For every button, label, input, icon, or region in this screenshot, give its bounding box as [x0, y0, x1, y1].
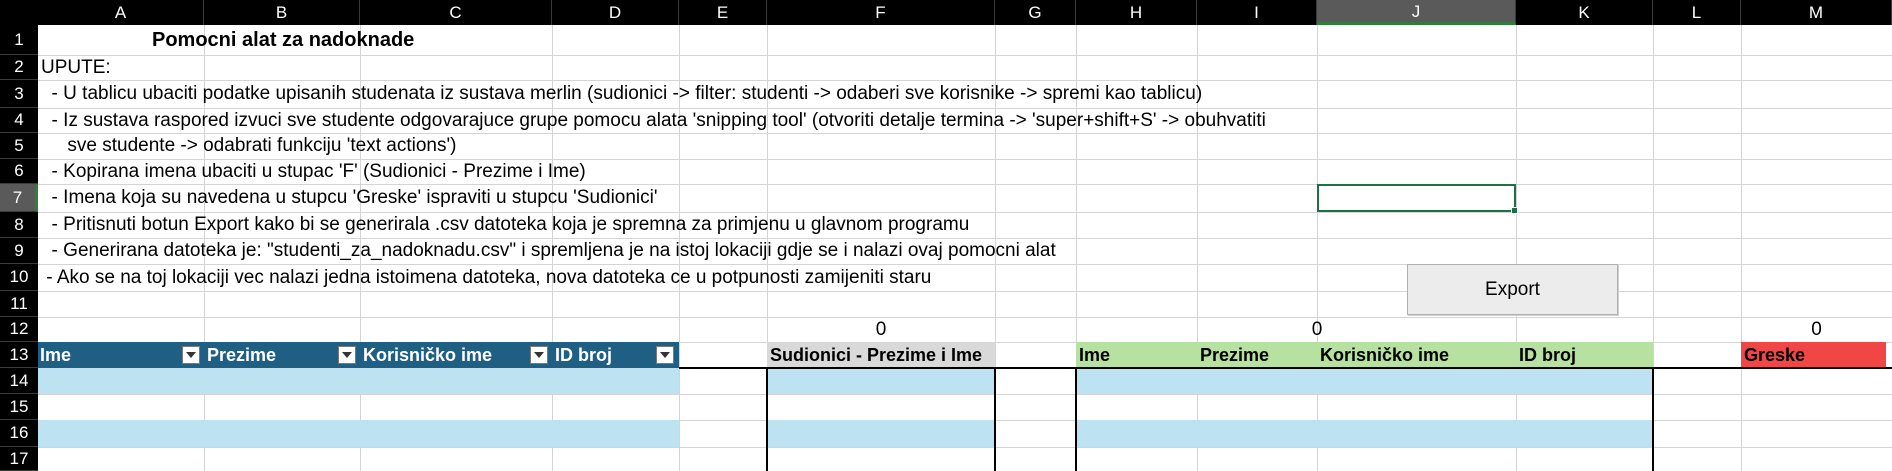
column-header-d[interactable]: D	[552, 0, 679, 25]
students-header-ime: Ime	[40, 344, 72, 365]
matched-count: 0	[1311, 318, 1323, 340]
filter-dropdown-icon[interactable]	[656, 346, 674, 364]
instruction-line: - Imena koja su navedena u stupcu 'Gresk…	[41, 187, 658, 208]
instruction-line: - Kopirana imena ubaciti u stupac 'F' (S…	[41, 160, 586, 182]
row-header-11[interactable]: 11	[0, 291, 38, 317]
participants-band-row-14	[767, 368, 995, 394]
column-header-f[interactable]: F	[767, 0, 995, 25]
row-header-13[interactable]: 13	[0, 342, 38, 368]
errors-header: Greske	[1744, 344, 1806, 365]
row-header-3[interactable]: 3	[0, 80, 38, 108]
column-header-e[interactable]: E	[679, 0, 767, 25]
matched-header-id-broj: ID broj	[1519, 344, 1576, 365]
matched-left-border	[1075, 367, 1077, 471]
column-header-k[interactable]: K	[1516, 0, 1653, 25]
select-all-corner[interactable]	[0, 0, 38, 25]
errors-count: 0	[1811, 318, 1822, 340]
table-bottom-border	[679, 367, 1892, 369]
filter-dropdown-icon[interactable]	[338, 346, 356, 364]
grid-hline	[38, 394, 1892, 395]
filter-dropdown-icon[interactable]	[530, 346, 548, 364]
row-header-15[interactable]: 15	[0, 394, 38, 420]
row-header-14[interactable]: 14	[0, 368, 38, 394]
column-header-b[interactable]: B	[204, 0, 360, 25]
grid-vline	[1741, 25, 1742, 471]
column-header-h[interactable]: H	[1076, 0, 1197, 25]
students-header-korisnicko-ime: Korisničko ime	[363, 344, 493, 365]
matched-header-korisnicko-ime: Korisničko ime	[1320, 344, 1450, 365]
row-header-7[interactable]: 7	[0, 184, 38, 212]
grid-vline	[1317, 25, 1318, 471]
instruction-line: sve studente -> odabrati funkciju 'text …	[41, 135, 457, 156]
row-header-5[interactable]: 5	[0, 133, 38, 159]
column-header-a[interactable]: A	[38, 0, 204, 25]
instruction-line: - Pritisnuti botun Export kako bi se gen…	[41, 214, 970, 235]
participants-band-row-16	[767, 420, 995, 447]
row-header-4[interactable]: 4	[0, 108, 38, 133]
students-table-band-row-16	[38, 420, 679, 447]
row-header-6[interactable]: 6	[0, 159, 38, 184]
instructions-heading: UPUTE:	[41, 56, 111, 78]
export-button[interactable]: Export	[1407, 264, 1618, 315]
filter-dropdown-icon[interactable]	[182, 346, 200, 364]
matched-header-prezime: Prezime	[1200, 344, 1270, 365]
matched-band-row-14	[1076, 368, 1653, 394]
row-header-1[interactable]: 1	[0, 25, 38, 55]
row-header-2[interactable]: 2	[0, 55, 38, 80]
row-header-8[interactable]: 8	[0, 212, 38, 238]
column-header-i[interactable]: I	[1197, 0, 1317, 25]
grid-hline	[38, 55, 1892, 56]
page-title: Pomocni alat za nadoknade	[152, 28, 415, 51]
column-header-g[interactable]: G	[995, 0, 1076, 25]
row-header-17[interactable]: 17	[0, 447, 38, 471]
row-header-16[interactable]: 16	[0, 420, 38, 447]
column-header-m[interactable]: M	[1741, 0, 1892, 25]
spreadsheet: A B C D E F G H I J K L M 1 2 3 4 5 6 7 …	[0, 0, 1892, 471]
column-header-c[interactable]: C	[360, 0, 552, 25]
matched-header-ime: Ime	[1079, 344, 1111, 365]
matched-right-border	[1652, 367, 1654, 471]
instruction-line: - Ako se na toj lokaciji vec nalazi jedn…	[41, 266, 932, 288]
column-header-l[interactable]: L	[1653, 0, 1741, 25]
participants-count: 0	[875, 318, 887, 340]
instruction-line: - U tablicu ubaciti podatke upisanih stu…	[41, 83, 1203, 104]
row-header-12[interactable]: 12	[0, 317, 38, 342]
grid-vline	[1516, 25, 1517, 471]
students-header-prezime: Prezime	[207, 344, 277, 365]
matched-band-row-16	[1076, 420, 1653, 447]
instruction-line: - Iz sustava raspored izvuci sve student…	[41, 109, 1266, 131]
participants-header: Sudionici - Prezime i Ime	[770, 344, 983, 365]
participants-right-border	[994, 367, 996, 471]
participants-left-border	[766, 367, 768, 471]
students-header-id-broj: ID broj	[555, 344, 612, 365]
row-header-10[interactable]: 10	[0, 264, 38, 291]
instruction-line: - Generirana datoteka je: "studenti_za_n…	[41, 240, 1056, 261]
students-table-band-row-14	[38, 368, 679, 394]
grid-hline	[38, 447, 1892, 448]
active-cell-j7[interactable]	[1317, 184, 1518, 214]
row-header-9[interactable]: 9	[0, 238, 38, 264]
column-header-j[interactable]: J	[1317, 0, 1516, 25]
